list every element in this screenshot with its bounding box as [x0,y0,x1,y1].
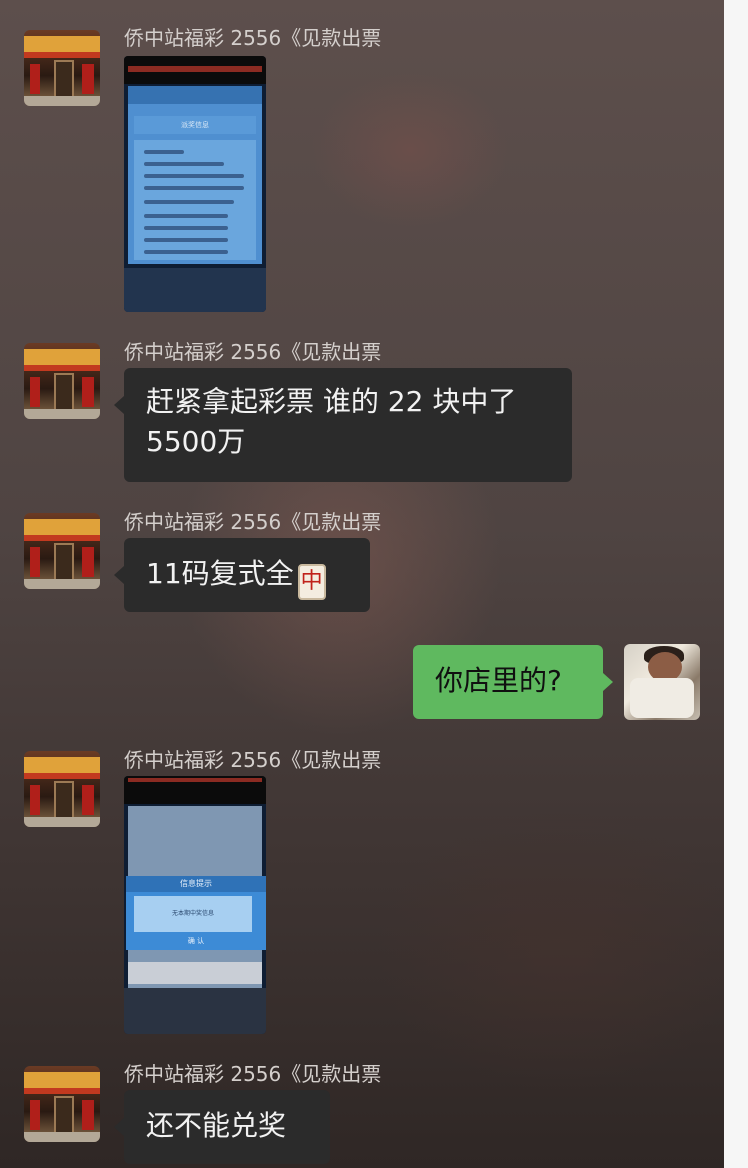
sender-name: 侨中站福彩 2556《见款出票 [124,26,382,50]
contact-avatar[interactable] [24,513,100,589]
photo-header-text: 派奖信息 [134,116,256,134]
image-message[interactable]: 派奖信息 [124,56,266,312]
message-text: 你店里的? [435,664,562,697]
sender-name: 侨中站福彩 2556《见款出票 [124,340,382,364]
contact-avatar[interactable] [24,343,100,419]
sender-name: 侨中站福彩 2556《见款出票 [124,1062,382,1086]
contact-avatar[interactable] [24,751,100,827]
sender-name: 侨中站福彩 2556《见款出票 [124,510,382,534]
dialog-message: 无本期中奖信息 [134,896,252,932]
text-bubble[interactable]: 11码复式全中 [114,538,370,612]
message-text: 11码复式全 [146,557,294,590]
dialog-title: 信息提示 [126,876,266,892]
message-text: 还不能兑奖 [146,1109,287,1142]
message-line: 5500万 [146,425,246,458]
text-bubble[interactable]: 还不能兑奖 [114,1090,330,1164]
self-text-bubble[interactable]: 你店里的? [413,645,613,719]
message-line: 赶紧拿起彩票 谁的 22 块中了 [146,385,517,418]
photo-dialog: 信息提示 无本期中奖信息 确 认 [126,876,266,950]
user-avatar-icon[interactable] [624,644,700,720]
image-message[interactable]: 信息提示 无本期中奖信息 确 认 [124,776,266,1034]
sender-name: 侨中站福彩 2556《见款出票 [124,748,382,772]
contact-avatar[interactable] [24,30,100,106]
mahjong-red-dragon-icon: 中 [297,564,326,600]
contact-avatar[interactable] [24,1066,100,1142]
text-bubble[interactable]: 赶紧拿起彩票 谁的 22 块中了 5500万 [114,368,572,482]
dialog-ok: 确 认 [187,937,205,945]
scrollbar-track[interactable] [724,0,748,1168]
